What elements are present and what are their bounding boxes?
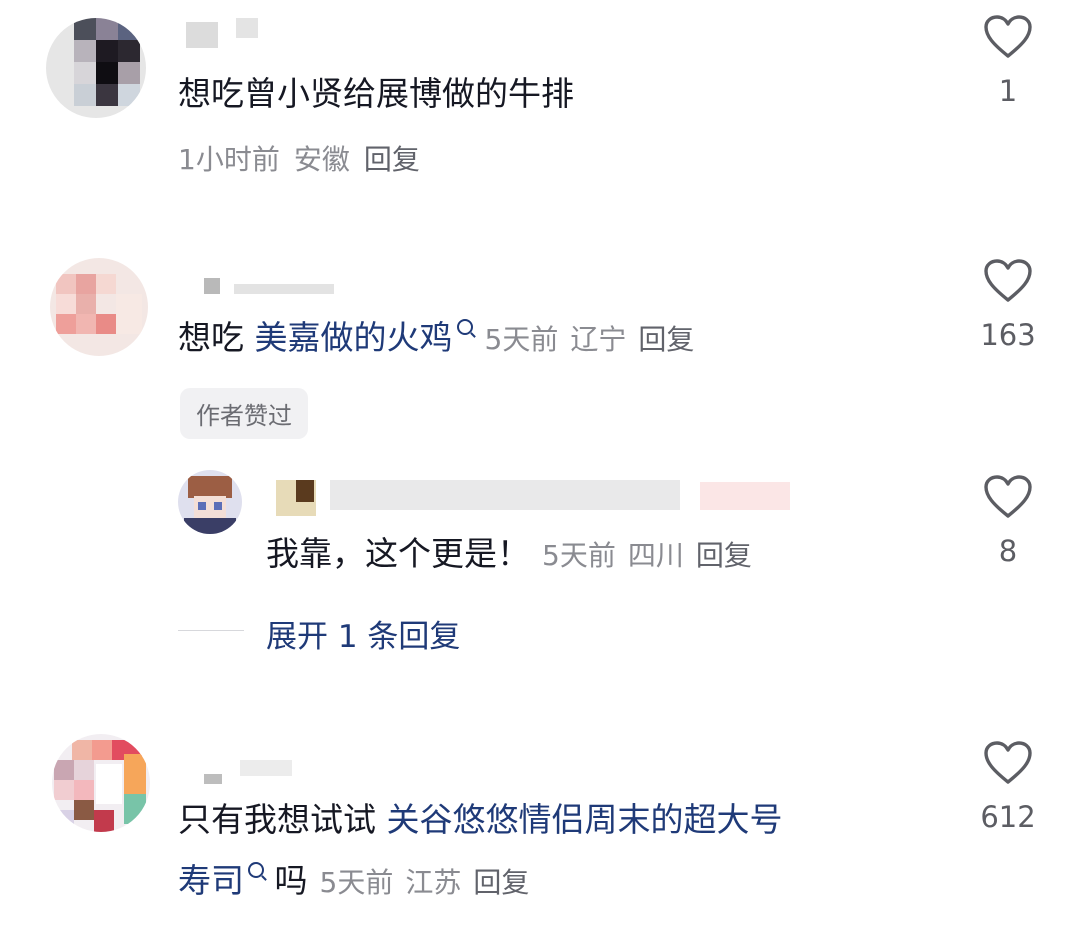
heart-outline-icon — [984, 741, 1032, 784]
reply-button[interactable]: 回复 — [473, 866, 529, 899]
comment-text-prefix: 只有我想试试 — [178, 800, 387, 839]
reply-content: 我靠，这个更是！ — [266, 534, 530, 573]
avatar[interactable] — [178, 470, 242, 534]
search-icon[interactable] — [456, 319, 473, 335]
avatar[interactable] — [52, 734, 150, 832]
avatar[interactable] — [50, 258, 148, 356]
like-button[interactable]: 8 — [978, 474, 1038, 568]
heart-outline-icon — [984, 15, 1032, 58]
like-button[interactable]: 612 — [978, 740, 1038, 834]
comment-text-prefix: 想吃 — [178, 318, 255, 357]
expand-replies-button[interactable]: 展开 1 条回复 — [266, 611, 460, 656]
author-liked-badge: 作者赞过 — [180, 388, 308, 439]
comment-text[interactable]: 只有我想试试 关谷悠悠情侣周末的超大号 — [178, 800, 783, 840]
like-button[interactable]: 1 — [978, 14, 1038, 108]
comment-time: 1小时前 — [178, 143, 280, 176]
like-count: 1 — [998, 74, 1018, 108]
reply-button[interactable]: 回复 — [364, 143, 420, 176]
comment-meta: 1小时前 安徽 回复 — [178, 138, 434, 178]
avatar[interactable] — [46, 18, 146, 118]
search-link[interactable]: 美嘉做的火鸡 — [255, 318, 453, 357]
reply-button[interactable]: 回复 — [638, 323, 694, 356]
search-link[interactable]: 关谷悠悠情侣周末的超大号 — [387, 800, 783, 839]
comment-text-line2[interactable]: 寿司 吗 5天前 江苏 回复 — [178, 861, 529, 903]
comment-time: 5天前 — [484, 323, 559, 356]
expand-divider — [178, 630, 244, 631]
reply-button[interactable]: 回复 — [696, 539, 752, 572]
like-count: 8 — [998, 534, 1018, 568]
like-count: 163 — [980, 318, 1036, 352]
heart-outline-icon — [984, 259, 1032, 302]
heart-outline-icon — [984, 475, 1032, 518]
reply-time: 5天前 — [542, 539, 616, 572]
comment-text-suffix: 吗 — [264, 861, 308, 900]
reply-text[interactable]: 我靠，这个更是！ 5天前 四川 回复 — [266, 534, 752, 576]
comment-location: 辽宁 — [570, 323, 627, 356]
comment-location: 江苏 — [405, 866, 462, 899]
reply-location: 四川 — [627, 539, 684, 572]
comment-text[interactable]: 想吃 美嘉做的火鸡 5天前 辽宁 回复 — [178, 318, 694, 360]
comment-text[interactable]: 想吃曾小贤给展博做的牛排 — [178, 74, 574, 114]
comment-location: 安徽 — [293, 143, 350, 176]
search-icon[interactable] — [248, 862, 264, 878]
like-count: 612 — [980, 800, 1036, 834]
like-button[interactable]: 163 — [978, 258, 1038, 352]
comment-time: 5天前 — [319, 866, 394, 899]
search-link-continued[interactable]: 寿司 — [178, 861, 244, 900]
